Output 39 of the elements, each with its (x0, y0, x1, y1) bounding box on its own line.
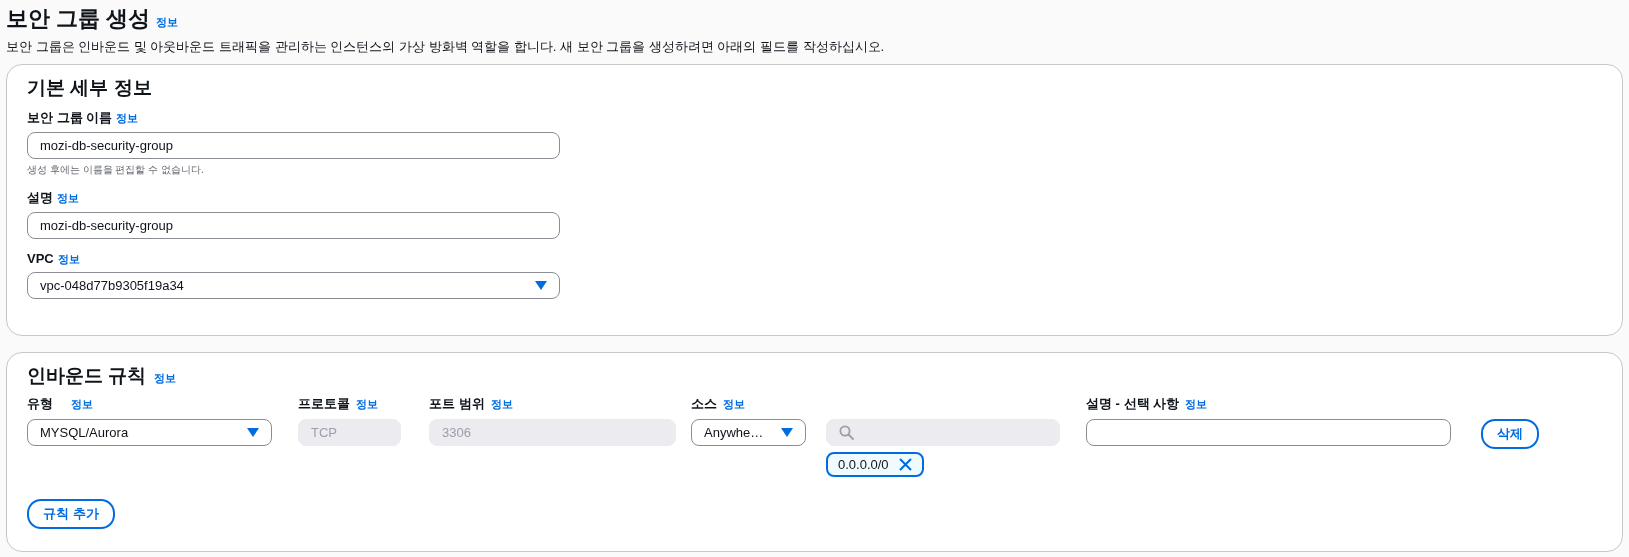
info-link[interactable]: 정보 (1185, 397, 1208, 412)
port-range-field: 3306 (429, 419, 676, 446)
caret-icon (535, 281, 547, 290)
column-header: 프로토콜 (298, 395, 350, 413)
field-label: VPC (27, 251, 54, 266)
description-field[interactable] (1086, 419, 1451, 446)
info-link[interactable]: 정보 (71, 397, 93, 412)
page-title: 보안 그룹 생성 (6, 5, 151, 33)
info-link[interactable]: 정보 (57, 191, 79, 206)
input-field[interactable]: mozi-db-security-group (27, 132, 560, 159)
delete-button[interactable]: 삭제 (1481, 419, 1539, 449)
caret-icon (247, 428, 259, 437)
protocol-field: TCP (298, 419, 401, 446)
type-dropdown[interactable]: MYSQL/Aurora (27, 419, 272, 446)
page-description: 보안 그룹은 인바운드 및 아웃바운드 트래픽을 관리하는 인스턴스의 가상 방화벽 역할을 합니다. 새 보안 그룹을 생성하려면 아래의 필드를 작성하십시오. (6, 38, 886, 56)
info-link[interactable]: 정보 (723, 397, 745, 412)
close-icon[interactable] (898, 458, 912, 471)
section-title: 인바운드 규칙 (27, 364, 147, 388)
column-header: 설명 - 선택 사항 (1086, 395, 1180, 413)
source-dropdown[interactable]: Anywhe… (691, 419, 806, 446)
info-link[interactable]: 정보 (490, 397, 513, 412)
info-link[interactable]: 정보 (116, 111, 139, 126)
column-header: 유형 (27, 395, 53, 413)
field-label: 설명 (27, 189, 53, 207)
info-link[interactable]: 정보 (156, 15, 179, 30)
column-header: 소스 (691, 395, 717, 413)
add-rule-button[interactable]: 규칙 추가 (27, 499, 115, 529)
search-icon (839, 425, 854, 440)
section-title: 기본 세부 정보 (27, 76, 153, 100)
info-link[interactable]: 정보 (154, 371, 177, 386)
field-label: 보안 그룹 이름 (27, 109, 113, 127)
column-header: 포트 범위 (429, 395, 485, 413)
info-link[interactable]: 정보 (57, 252, 80, 267)
field-hint: 생성 후에는 이름을 편집할 수 없습니다. (27, 163, 205, 177)
vpc-dropdown[interactable]: vpc-048d77b9305f19a34 (27, 272, 560, 299)
info-link[interactable]: 정보 (356, 397, 378, 412)
input-field[interactable]: mozi-db-security-group (27, 212, 560, 239)
cidr-token: 0.0.0.0/0 (826, 452, 924, 477)
caret-icon (781, 428, 793, 437)
